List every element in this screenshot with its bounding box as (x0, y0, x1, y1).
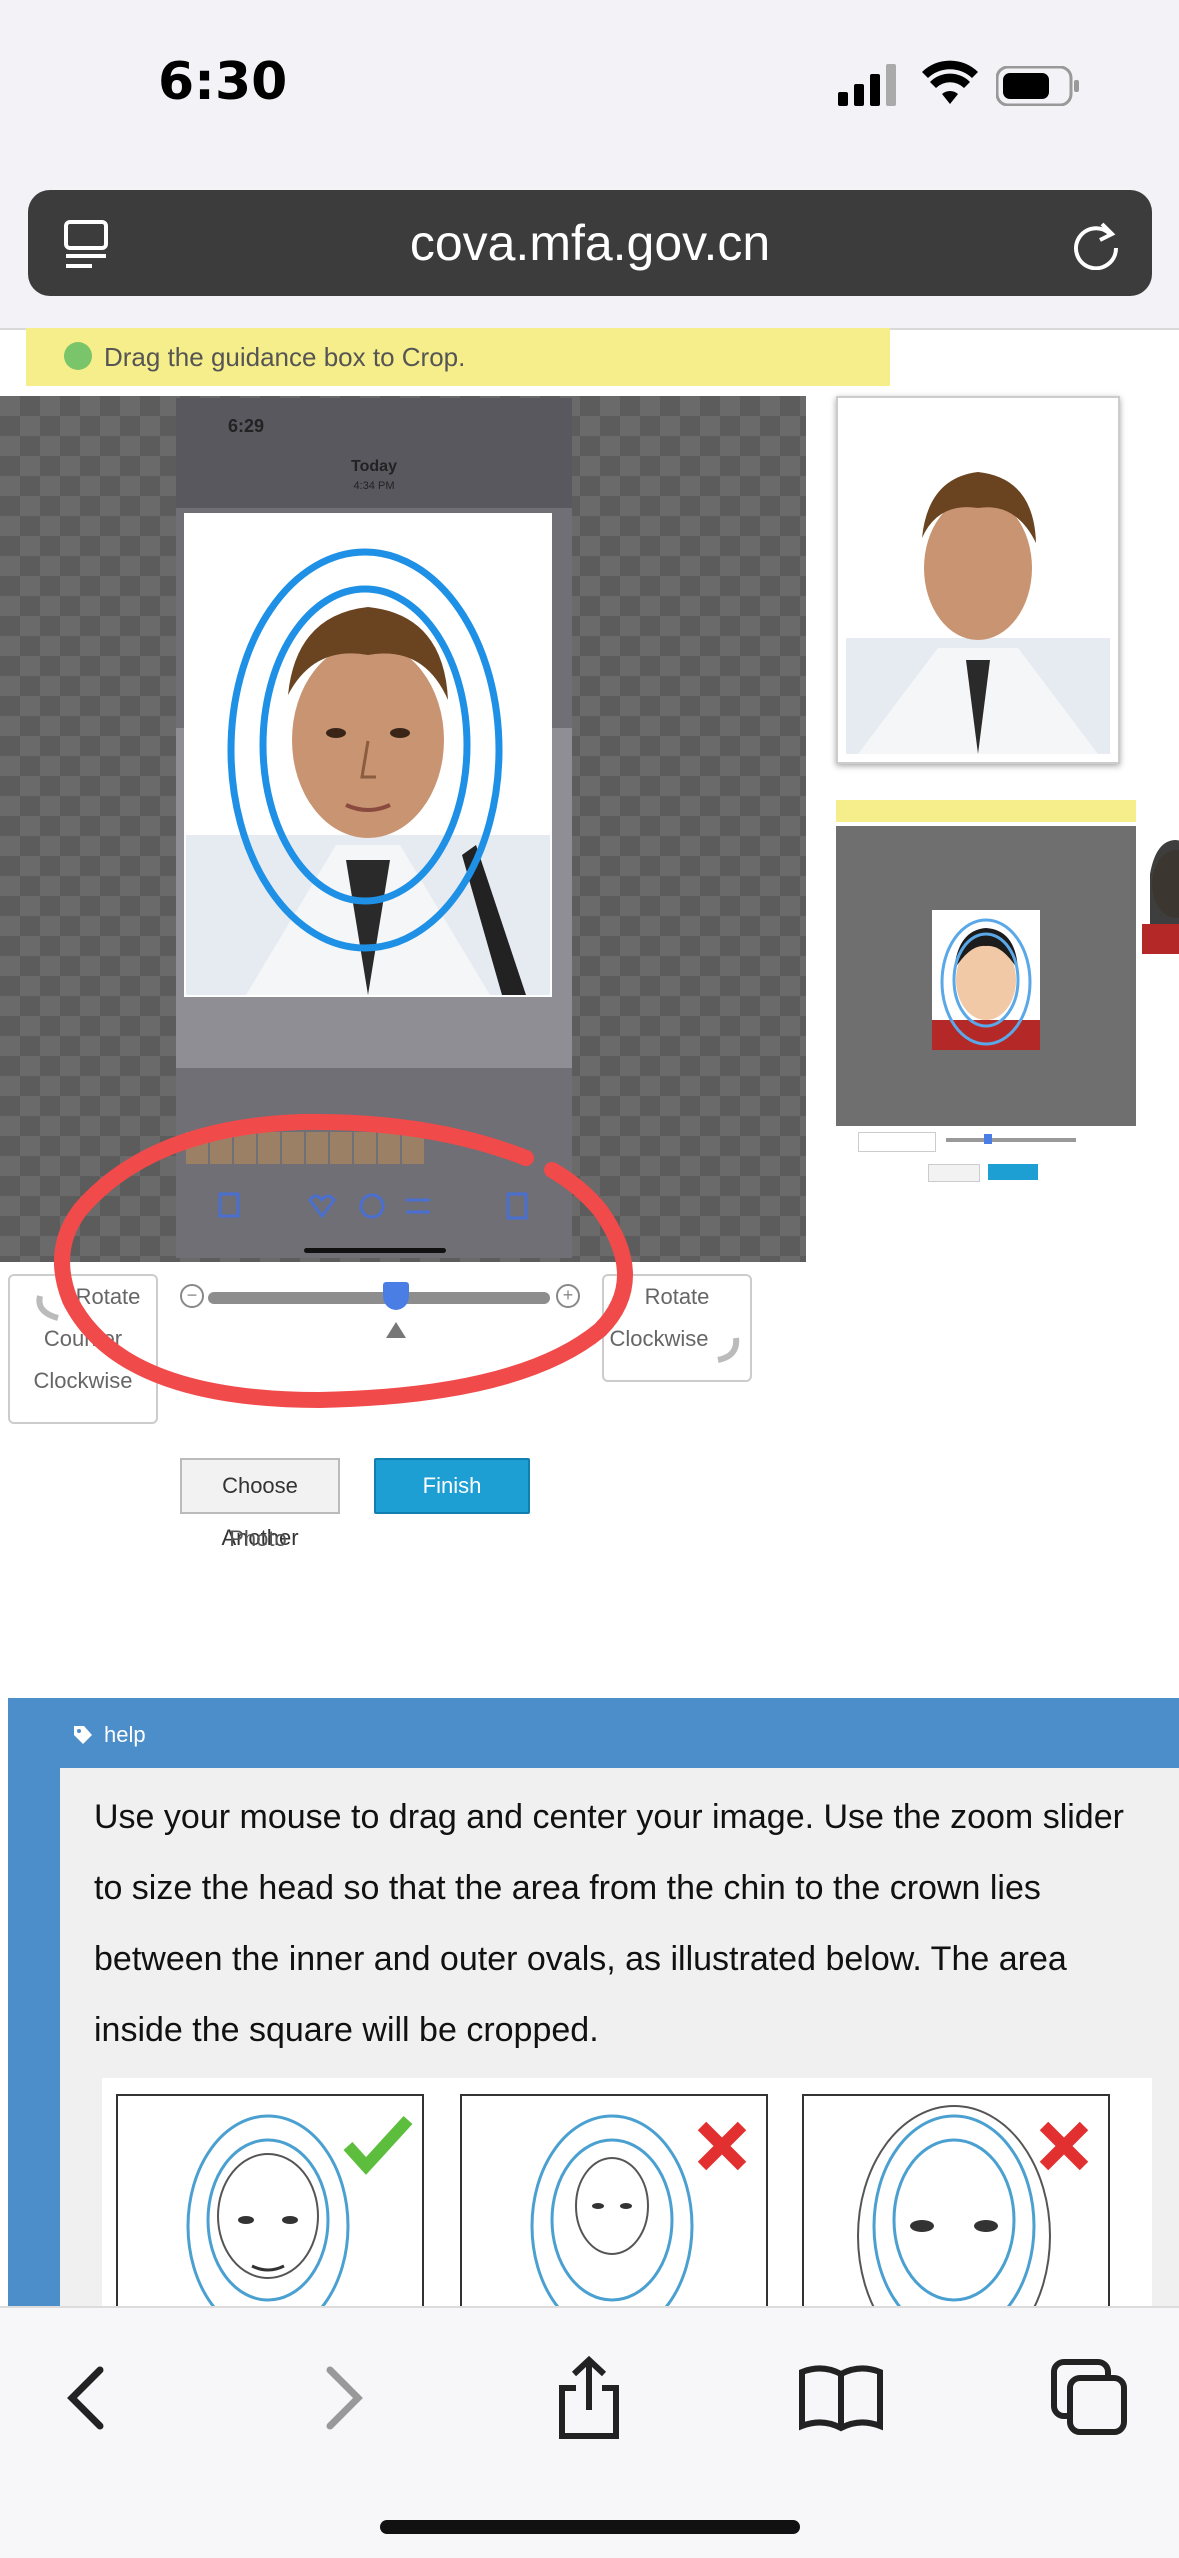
check-circle-icon (64, 342, 92, 370)
example-too-large (802, 2094, 1110, 2318)
example-correct (116, 2094, 424, 2318)
help-body: Use your mouse to drag and center your i… (60, 1768, 1179, 2318)
crop-preview (836, 396, 1120, 764)
photo-title: Today 4:34 PM (176, 458, 572, 494)
sample-reference (836, 800, 1136, 1182)
help-text: Use your mouse to drag and center your i… (94, 1798, 1124, 2049)
home-indicator (380, 2520, 800, 2534)
battery-icon (996, 66, 1079, 106)
sample-second-face (1142, 840, 1179, 954)
address-bar[interactable]: cova.mfa.gov.cn (28, 190, 1152, 296)
help-panel: help Use your mouse to drag and center y… (8, 1698, 1179, 2318)
finish-button[interactable]: Finish (374, 1458, 530, 1514)
guidance-ovals[interactable] (220, 540, 510, 960)
help-illustrations (102, 2078, 1152, 2318)
guidance-tip: Drag the guidance box to Crop. (26, 328, 890, 386)
wifi-icon (922, 60, 978, 104)
url-text[interactable]: cova.mfa.gov.cn (28, 190, 1152, 296)
book-icon[interactable] (796, 2352, 886, 2442)
sample-second-thumb (1142, 824, 1179, 954)
browser-toolbar (0, 2306, 1179, 2558)
choose-another-photo-label-2[interactable]: Photo (180, 1526, 336, 1552)
photo-top-area: 6:29 Today 4:34 PM (176, 398, 572, 508)
choose-another-photo-button[interactable]: Choose Another (180, 1458, 340, 1550)
tip-text: Drag the guidance box to Crop. (104, 342, 466, 372)
reload-icon[interactable] (1070, 218, 1122, 270)
cellular-signal-icon (838, 64, 896, 106)
example-too-small-drawing (530, 2114, 747, 2316)
sample-rotate-ccw (858, 1132, 936, 1152)
sample-crop-area (836, 826, 1136, 1126)
reader-menu-icon[interactable] (62, 218, 114, 270)
tag-icon (74, 1726, 92, 1744)
photo-subtitle: 4:34 PM (353, 480, 395, 492)
help-label: help (104, 1722, 146, 1747)
example-too-large-drawing (857, 2105, 1089, 2316)
sample-finish-button (988, 1164, 1038, 1180)
rotate-cw-icon (717, 1337, 740, 1363)
sample-tip-bar (836, 800, 1136, 822)
example-too-small (460, 2094, 768, 2318)
sample-choose-button (928, 1164, 980, 1182)
sample-face-illustration (932, 918, 1040, 1050)
example-correct-drawing (186, 2114, 413, 2316)
status-time: 6:30 (158, 52, 288, 112)
sample-slider-thumb (984, 1134, 992, 1144)
annotation-circle (54, 1113, 633, 1409)
chevron-right-icon[interactable] (296, 2352, 386, 2442)
preview-portrait (846, 406, 1110, 754)
chevron-left-icon[interactable] (44, 2352, 134, 2442)
tabs-icon[interactable] (1044, 2352, 1134, 2442)
photo-title-text: Today (351, 458, 397, 475)
photo-status-time: 6:29 (228, 416, 265, 436)
sample-face-photo (932, 910, 1040, 1050)
share-icon[interactable] (544, 2352, 634, 2442)
sample-slider (946, 1138, 1076, 1142)
